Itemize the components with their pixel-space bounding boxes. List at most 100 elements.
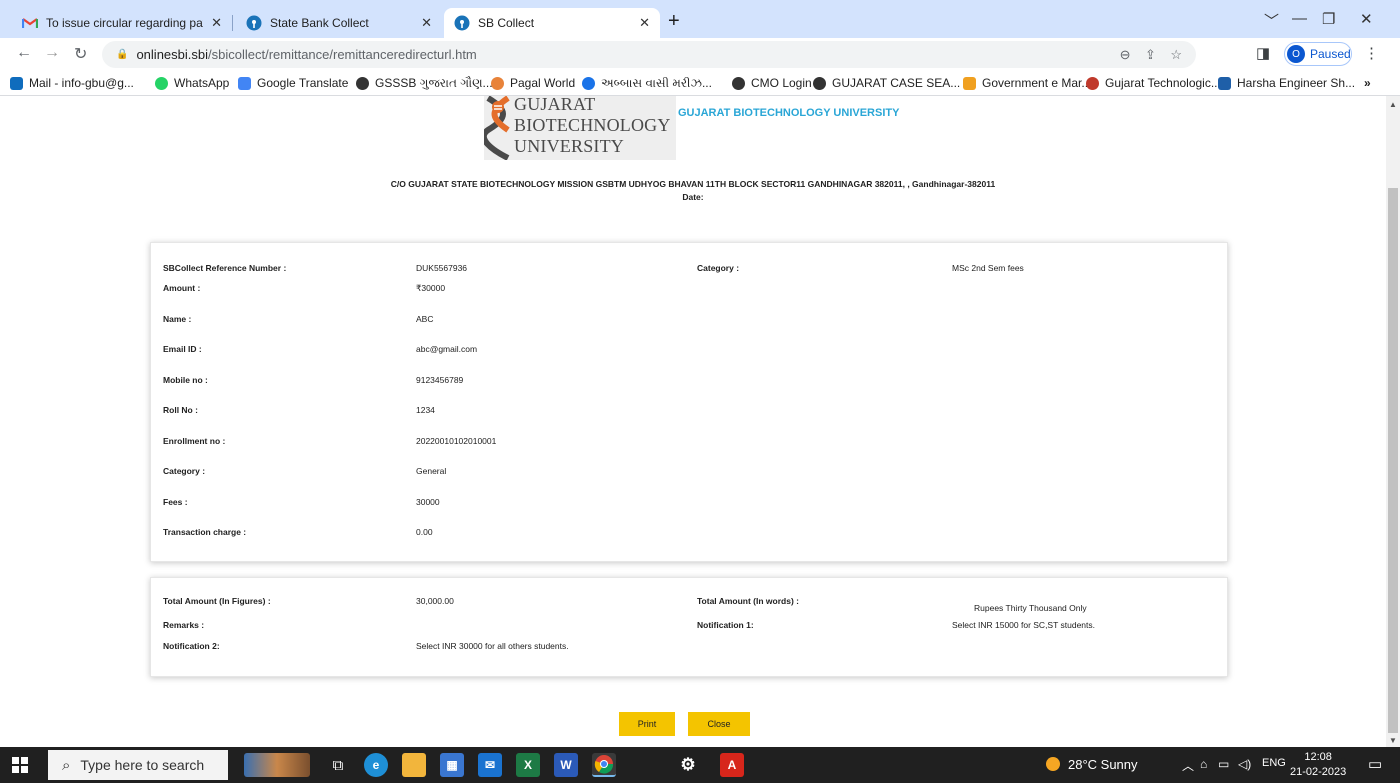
menu-kebab-icon[interactable]: ⋮ xyxy=(1364,44,1379,62)
email-label: Email ID : xyxy=(163,344,202,354)
chrome-icon[interactable] xyxy=(592,753,616,777)
reference-label: SBCollect Reference Number : xyxy=(163,263,287,273)
bookmark-item[interactable]: Government e Mar... xyxy=(963,76,1091,90)
address-bar[interactable]: 🔒 onlinesbi.sbi/sbicollect/remittance/re… xyxy=(102,41,1196,68)
print-button[interactable]: Print xyxy=(619,712,675,736)
bookmark-item[interactable]: CMO Login xyxy=(732,76,812,90)
taskbar-search-input[interactable]: ⌕ Type here to search xyxy=(48,750,228,780)
close-button[interactable]: Close xyxy=(688,712,750,736)
student-category-value: General xyxy=(416,466,447,476)
share-icon[interactable]: ⇪ xyxy=(1145,47,1156,62)
bookmark-item[interactable]: Harsha Engineer Sh... xyxy=(1218,76,1355,90)
close-tab-icon[interactable]: ✕ xyxy=(639,15,650,31)
word-icon[interactable]: W xyxy=(554,753,578,777)
university-name: GUJARAT BIOTECHNOLOGY UNIVERSITY xyxy=(678,107,900,119)
search-icon: ⌕ xyxy=(62,756,71,774)
edge-icon[interactable]: e xyxy=(364,753,388,777)
notification-icon[interactable]: ▭ xyxy=(1368,755,1382,773)
profile-button[interactable]: O Paused xyxy=(1284,42,1352,66)
payment-details-card: SBCollect Reference Number : DUK5567936 … xyxy=(150,242,1228,562)
enrollment-label: Enrollment no : xyxy=(163,436,226,446)
pin-icon xyxy=(582,77,595,90)
name-value: ABC xyxy=(416,314,434,324)
globe-icon xyxy=(732,76,745,90)
close-window-icon[interactable]: ✕ xyxy=(1360,10,1373,28)
scroll-down-icon[interactable]: ▼ xyxy=(1389,736,1397,745)
file-explorer-icon[interactable] xyxy=(402,753,426,777)
scrollbar-thumb[interactable] xyxy=(1388,188,1398,733)
gmail-icon xyxy=(22,15,38,31)
email-value: abc@gmail.com xyxy=(416,344,478,354)
transaction-charge-label: Transaction charge : xyxy=(163,527,247,537)
logo-line-3: UNIVERSITY xyxy=(514,136,624,156)
side-panel-icon[interactable]: ◨ xyxy=(1256,44,1270,62)
sbi-icon xyxy=(454,15,470,31)
google-translate-icon xyxy=(238,76,251,90)
excel-icon[interactable]: X xyxy=(516,753,540,777)
bookmark-star-icon[interactable]: ☆ xyxy=(1170,47,1182,62)
language-indicator[interactable]: ENG xyxy=(1262,757,1286,769)
logo-line-2: BIOTECHNOLOGY xyxy=(514,115,671,135)
bookmark-item[interactable]: GSSSB ગુજરાત ગૌણ... xyxy=(356,76,493,91)
globe-icon xyxy=(356,77,369,90)
settings-gear-icon[interactable]: ⚙ xyxy=(676,753,700,777)
bookmark-item[interactable]: અબ્બાસ વાસી મરીઝ... xyxy=(582,76,712,91)
news-widget-icon[interactable] xyxy=(244,753,310,777)
tab-search-chevron-icon[interactable]: ﹀ xyxy=(1264,10,1279,31)
acrobat-icon[interactable]: A xyxy=(720,753,744,777)
store-icon[interactable]: ▦ xyxy=(440,753,464,777)
tab-separator xyxy=(232,15,233,31)
notification2-value: Select INR 30000 for all others students… xyxy=(416,641,569,651)
transaction-charge-value: 0.00 xyxy=(416,527,433,537)
fees-value: 30000 xyxy=(416,497,440,507)
tab-state-bank-collect[interactable]: State Bank Collect ✕ xyxy=(236,8,442,38)
weather-widget[interactable]: 28°C Sunny xyxy=(1046,757,1138,772)
windows-start-icon[interactable] xyxy=(12,757,28,776)
logo-line-1: GUJARAT xyxy=(514,96,596,114)
more-bookmarks-icon[interactable]: » xyxy=(1364,76,1371,90)
maximize-icon[interactable]: ❐ xyxy=(1322,10,1335,28)
bookmark-item[interactable]: Gujarat Technologic... xyxy=(1086,76,1221,90)
task-view-icon[interactable]: ⧉ xyxy=(326,753,350,777)
notification2-label: Notification 2: xyxy=(163,641,220,651)
network-icon[interactable]: ▭ xyxy=(1218,757,1229,771)
payment-summary-card: Total Amount (In Figures) : 30,000.00 To… xyxy=(150,577,1228,677)
tray-chevron-icon[interactable]: ︿ xyxy=(1182,757,1194,774)
clock[interactable]: 12:08 21-02-2023 xyxy=(1290,750,1346,780)
bookmark-item[interactable]: GUJARAT CASE SEA... xyxy=(813,76,960,90)
scroll-up-icon[interactable]: ▲ xyxy=(1389,100,1397,109)
gem-icon xyxy=(963,76,976,90)
back-arrow-icon[interactable]: ← xyxy=(16,44,32,62)
whatsapp-icon xyxy=(155,76,168,90)
bookmark-item[interactable]: WhatsApp xyxy=(155,76,229,90)
tab-title: State Bank Collect xyxy=(270,16,369,30)
tab-gmail[interactable]: To issue circular regarding payme ✕ xyxy=(12,8,232,38)
volume-icon[interactable]: ◁) xyxy=(1238,757,1251,771)
meet-icon[interactable]: ⌂ xyxy=(1200,757,1207,771)
reload-icon[interactable]: ↻ xyxy=(74,44,87,64)
amount-label: Amount : xyxy=(163,283,201,293)
bookmark-item[interactable]: Google Translate xyxy=(238,76,348,90)
close-tab-icon[interactable]: ✕ xyxy=(211,15,222,31)
enrollment-value: 20220010102010001 xyxy=(416,436,497,446)
close-tab-icon[interactable]: ✕ xyxy=(421,15,432,31)
bookmarks-bar: Mail - info-gbu@g... WhatsApp Google Tra… xyxy=(0,70,1400,96)
bookmark-item[interactable]: Mail - info-gbu@g... xyxy=(10,76,134,90)
forward-arrow-icon[interactable]: → xyxy=(44,44,60,62)
tab-title: SB Collect xyxy=(478,16,535,30)
globe-icon xyxy=(813,76,826,90)
new-tab-icon[interactable]: + xyxy=(668,11,680,31)
zoom-icon[interactable]: ⊖ xyxy=(1120,47,1131,62)
sbi-icon xyxy=(246,15,262,31)
mail-icon[interactable]: ✉ xyxy=(478,753,502,777)
page-scrollbar[interactable]: ▲ ▼ xyxy=(1386,96,1400,747)
tab-sb-collect[interactable]: SB Collect ✕ xyxy=(444,8,660,38)
name-label: Name : xyxy=(163,314,192,324)
mobile-value: 9123456789 xyxy=(416,375,464,385)
minimize-icon[interactable]: — xyxy=(1292,10,1307,27)
bookmark-item[interactable]: Pagal World xyxy=(491,76,575,90)
lock-icon: 🔒 xyxy=(116,49,129,60)
url-domain: onlinesbi.sbi xyxy=(136,47,208,62)
category-label: Category : xyxy=(697,263,740,273)
amount-value: ₹30000 xyxy=(416,283,446,293)
